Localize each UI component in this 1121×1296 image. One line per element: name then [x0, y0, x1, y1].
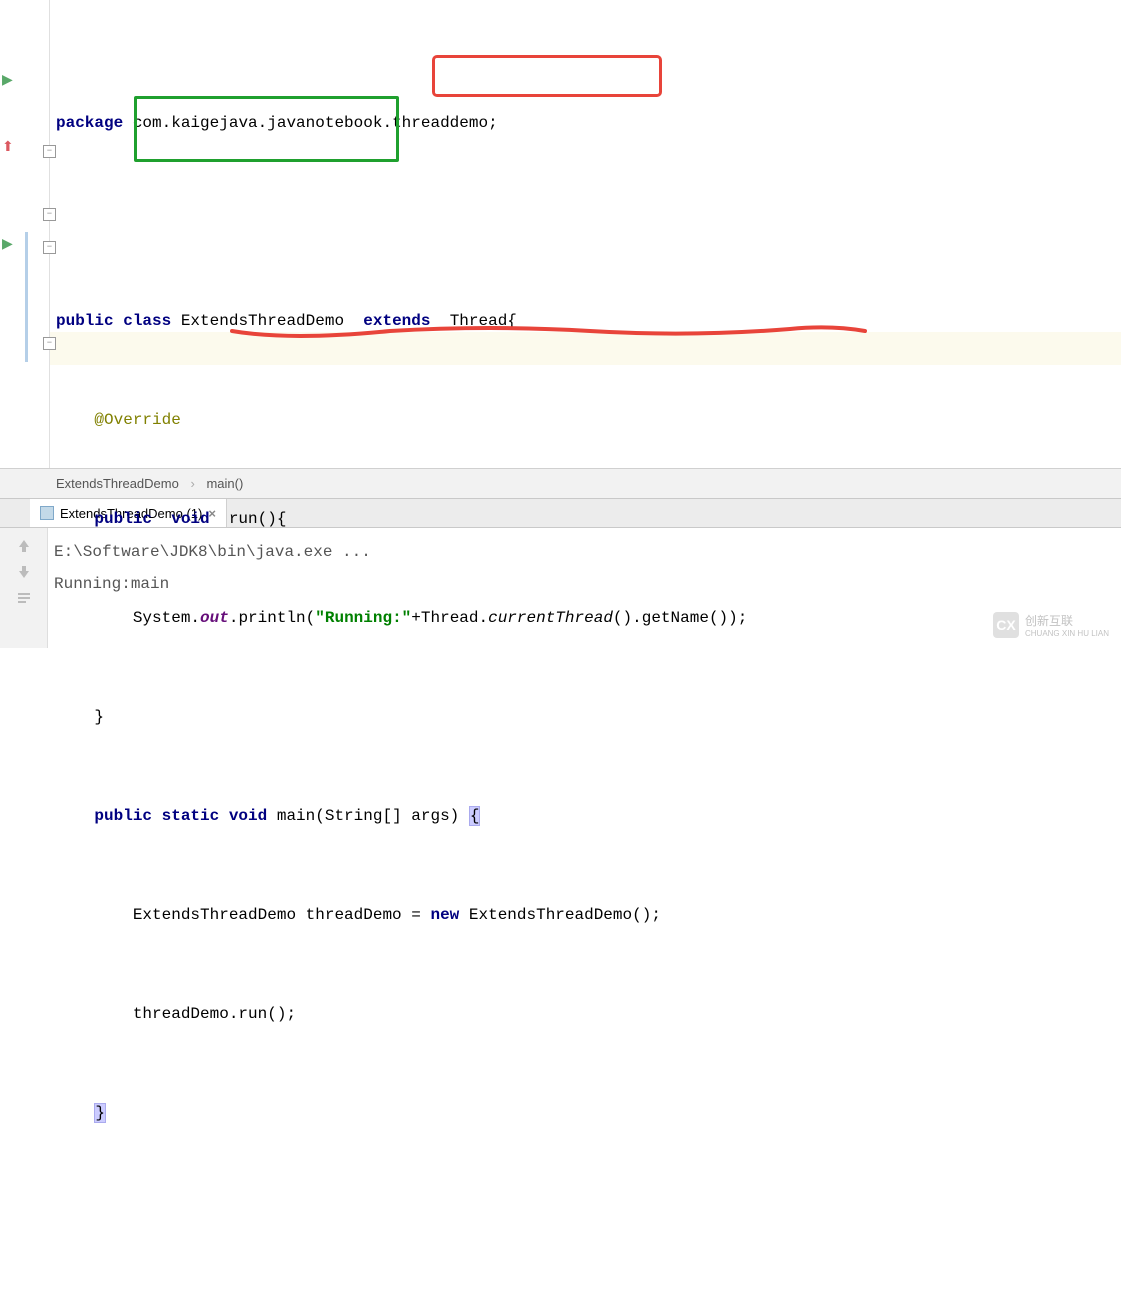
code-text: +Thread. [411, 609, 488, 627]
arrow-down-icon[interactable] [16, 564, 32, 580]
watermark-subtext: CHUANG XIN HU LIAN [1025, 629, 1109, 638]
code-text: .println( [229, 609, 315, 627]
code-text: ExtendsThreadDemo threadDemo = [56, 906, 430, 924]
change-marker [25, 232, 28, 362]
arrow-up-icon[interactable] [16, 538, 32, 554]
application-icon [40, 506, 54, 520]
matched-brace: } [94, 1103, 106, 1123]
keyword-public-class: public class [56, 312, 181, 330]
string-literal: "Running:" [315, 609, 411, 627]
keyword-public-void: public void [94, 510, 228, 528]
keyword-new: new [430, 906, 459, 924]
brace-close: } [56, 708, 104, 726]
code-content[interactable]: package com.kaigejava.javanotebook.threa… [50, 0, 1121, 468]
code-text: ExtendsThreadDemo(); [459, 906, 661, 924]
run-icon[interactable]: ▶ [2, 72, 13, 89]
annotation-box-override [134, 96, 399, 162]
code-editor[interactable]: ▶ ⬆ ▶ − − − − package com.kaigejava.java… [0, 0, 1121, 468]
code-text: System. [56, 609, 200, 627]
override-arrow-icon[interactable]: ⬆ [2, 139, 14, 156]
watermark-text: 创新互联 [1025, 612, 1109, 629]
editor-gutter: ▶ ⬆ ▶ − − − − [0, 0, 50, 468]
run-icon[interactable]: ▶ [2, 236, 13, 253]
code-text: threadDemo.run(); [56, 1005, 296, 1023]
matched-brace: { [469, 806, 481, 826]
watermark: CX 创新互联 CHUANG XIN HU LIAN [993, 612, 1109, 638]
code-text: ().getName()); [613, 609, 747, 627]
keyword-psv: public static void [94, 807, 276, 825]
superclass: Thread{ [450, 312, 517, 330]
method-currentthread: currentThread [488, 609, 613, 627]
method-main: main(String[] args) [277, 807, 469, 825]
annotation-override: @Override [94, 411, 180, 429]
keyword-extends: extends [344, 312, 450, 330]
method-run: run(){ [229, 510, 287, 528]
field-out: out [200, 609, 229, 627]
class-name: ExtendsThreadDemo [181, 312, 344, 330]
console-toolbar [0, 528, 48, 648]
keyword-package: package [56, 114, 123, 132]
annotation-box-extends [432, 55, 662, 97]
soft-wrap-icon[interactable] [16, 590, 32, 606]
watermark-logo: CX [993, 612, 1019, 638]
